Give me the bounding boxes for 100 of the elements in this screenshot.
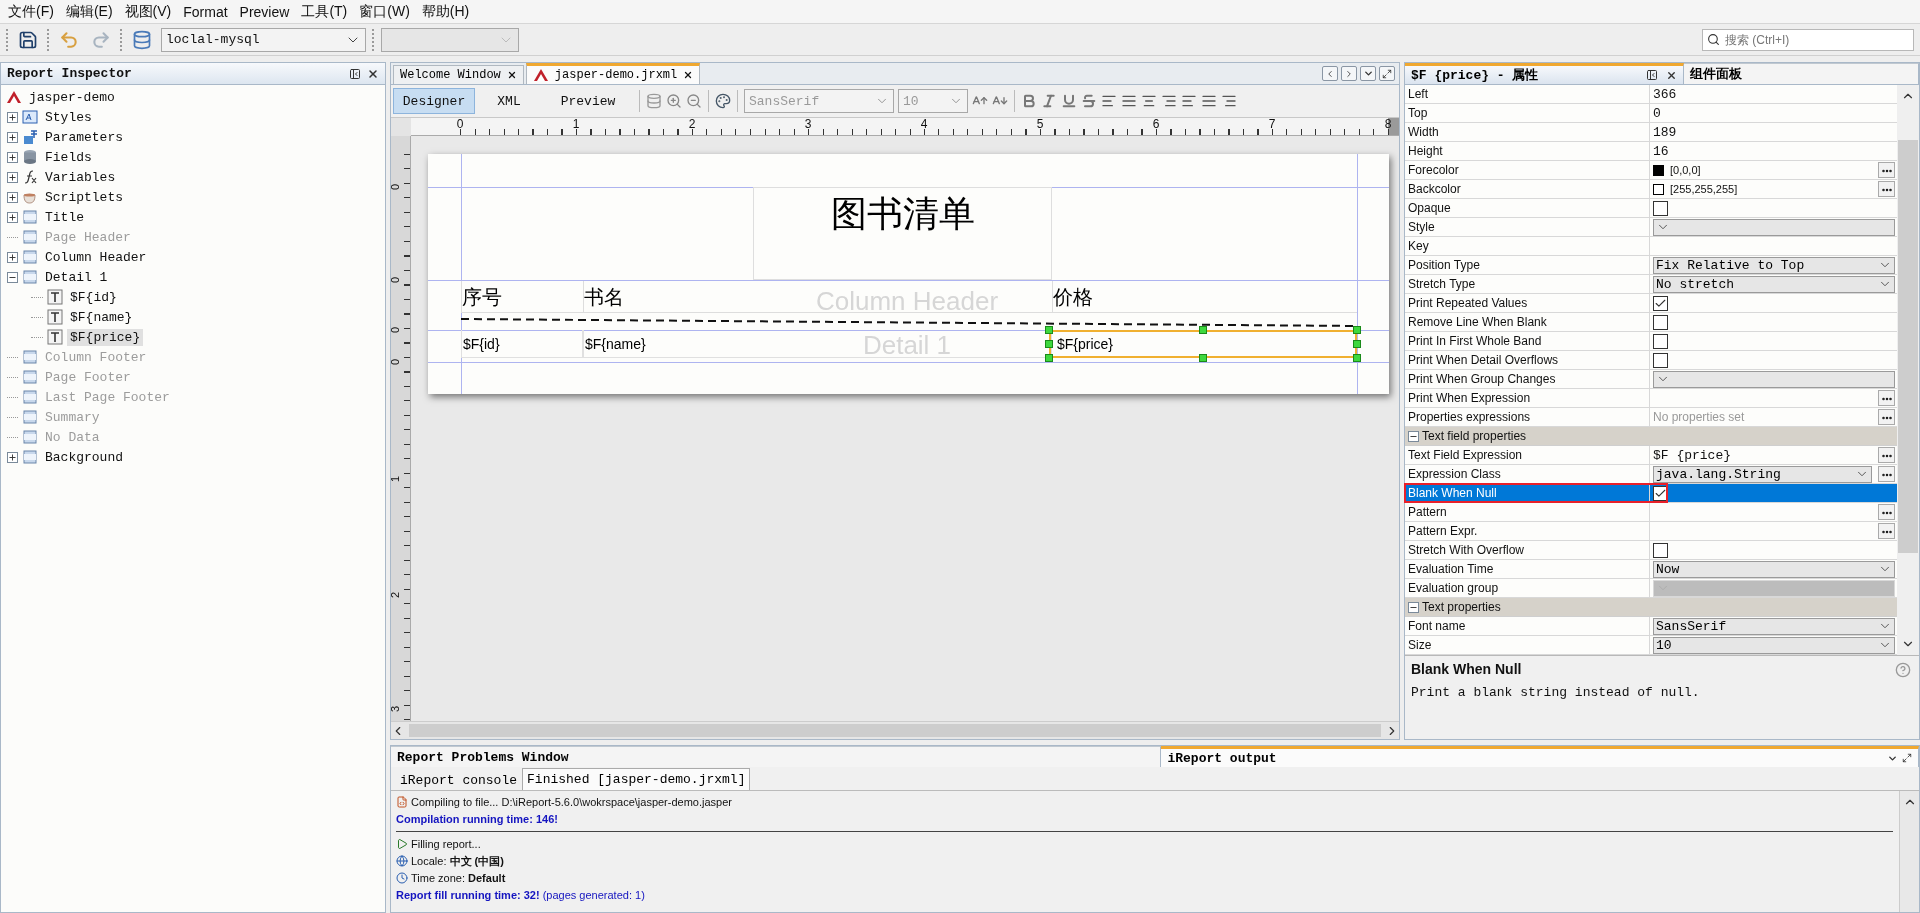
property-row[interactable]: Stretch With Overflow bbox=[1405, 541, 1897, 560]
close-icon[interactable] bbox=[367, 67, 379, 80]
tree-item[interactable]: $F{name} bbox=[67, 308, 136, 326]
property-row[interactable]: Pattern Expr. bbox=[1405, 522, 1897, 541]
property-row[interactable]: Opaque bbox=[1405, 199, 1897, 218]
text-field-frame[interactable]: $F{price} bbox=[1049, 330, 1357, 358]
menu-item[interactable]: 工具(T) bbox=[295, 1, 354, 22]
view-tab[interactable]: Designer bbox=[393, 88, 475, 114]
checkbox[interactable] bbox=[1653, 295, 1668, 311]
align-left-icon[interactable] bbox=[1101, 93, 1117, 109]
checkbox[interactable] bbox=[1653, 314, 1668, 330]
document-tab[interactable]: Welcome Window bbox=[393, 65, 524, 84]
property-row[interactable]: Evaluation Time Now bbox=[1405, 560, 1897, 579]
tree-item[interactable]: Column Header bbox=[42, 248, 150, 266]
property-row[interactable]: Style bbox=[1405, 218, 1897, 237]
view-tab[interactable]: XML bbox=[479, 88, 539, 114]
menu-item[interactable]: Format bbox=[177, 2, 234, 21]
ellipsis-button[interactable] bbox=[1878, 162, 1895, 178]
expander-icon[interactable] bbox=[7, 251, 18, 263]
console-tab[interactable]: Finished [jasper-demo.jrxml] bbox=[522, 768, 751, 790]
property-row[interactable]: Print When Group Changes bbox=[1405, 370, 1897, 389]
ellipsis-button[interactable] bbox=[1878, 447, 1895, 463]
expander-icon[interactable] bbox=[7, 151, 18, 163]
property-row[interactable]: Print When Expression bbox=[1405, 389, 1897, 408]
zoom-out-icon[interactable] bbox=[686, 93, 702, 109]
property-row[interactable]: Font name SansSerif bbox=[1405, 617, 1897, 636]
checkbox[interactable] bbox=[1653, 200, 1668, 216]
tree-item[interactable]: Parameters bbox=[42, 128, 126, 146]
scroll-left-button[interactable] bbox=[1322, 66, 1338, 81]
italic-icon[interactable] bbox=[1041, 93, 1057, 109]
expander-icon[interactable] bbox=[7, 211, 18, 223]
property-row[interactable]: Stretch Type No stretch bbox=[1405, 275, 1897, 294]
ellipsis-button[interactable] bbox=[1878, 523, 1895, 539]
property-select[interactable]: Fix Relative to Top bbox=[1653, 256, 1895, 274]
property-row[interactable]: Pattern bbox=[1405, 503, 1897, 522]
maximize-icon[interactable] bbox=[1902, 752, 1912, 763]
property-row[interactable]: Top 0 bbox=[1405, 104, 1897, 123]
property-select[interactable]: No stretch bbox=[1653, 275, 1895, 293]
property-row[interactable]: Backcolor [255,255,255] bbox=[1405, 180, 1897, 199]
close-icon[interactable] bbox=[1665, 69, 1677, 81]
section-header[interactable]: Text properties bbox=[1405, 598, 1897, 617]
minimize-icon[interactable] bbox=[349, 67, 361, 80]
property-select[interactable]: Now bbox=[1653, 560, 1895, 578]
bold-icon[interactable] bbox=[1021, 93, 1037, 109]
property-row[interactable]: Size 10 bbox=[1405, 636, 1897, 655]
property-row[interactable]: Forecolor [0,0,0] bbox=[1405, 161, 1897, 180]
ellipsis-button[interactable] bbox=[1878, 466, 1895, 482]
expander-icon[interactable] bbox=[7, 271, 18, 283]
ellipsis-button[interactable] bbox=[1878, 181, 1895, 197]
zoom-in-icon[interactable] bbox=[666, 93, 682, 109]
view-tab[interactable]: Preview bbox=[543, 88, 633, 114]
expander-icon[interactable] bbox=[7, 171, 18, 183]
property-select[interactable]: java.lang.String bbox=[1653, 465, 1872, 483]
property-select[interactable]: SansSerif bbox=[1653, 617, 1895, 635]
property-row[interactable]: Text Field Expression $F {price} bbox=[1405, 446, 1897, 465]
align-justify-icon[interactable] bbox=[1121, 93, 1137, 109]
tree-item[interactable]: Scriptlets bbox=[42, 188, 126, 206]
property-row[interactable]: Position Type Fix Relative to Top bbox=[1405, 256, 1897, 275]
column-header-text[interactable]: 价格 bbox=[1052, 281, 1357, 313]
tree-item[interactable]: $F{price} bbox=[67, 328, 144, 346]
menu-item[interactable]: 文件(F) bbox=[2, 1, 60, 22]
align-bottom-icon[interactable] bbox=[1221, 93, 1237, 109]
maximize-button[interactable] bbox=[1379, 66, 1395, 81]
property-select[interactable]: 10 bbox=[1653, 636, 1895, 654]
expander-icon[interactable] bbox=[7, 191, 18, 203]
tree-item[interactable]: Title bbox=[42, 208, 87, 226]
panel-tab[interactable]: iReport output bbox=[1161, 746, 1919, 767]
palette-icon[interactable] bbox=[715, 93, 731, 109]
expander-icon[interactable] bbox=[7, 111, 18, 123]
align-middle-icon[interactable] bbox=[1201, 93, 1217, 109]
menu-item[interactable]: 窗口(W) bbox=[353, 1, 416, 22]
properties-tab[interactable]: $F {price} - 属性 bbox=[1405, 63, 1684, 84]
menu-item[interactable]: 帮助(H) bbox=[415, 1, 476, 22]
resize-handle[interactable] bbox=[1199, 326, 1207, 334]
checkbox[interactable] bbox=[1653, 352, 1668, 368]
ellipsis-button[interactable] bbox=[1878, 409, 1895, 425]
underline-icon[interactable] bbox=[1061, 93, 1077, 109]
ellipsis-button[interactable] bbox=[1878, 390, 1895, 406]
expander-icon[interactable] bbox=[7, 131, 18, 143]
align-top-icon[interactable] bbox=[1181, 93, 1197, 109]
tree-item[interactable]: Background bbox=[42, 448, 126, 466]
tree-item[interactable]: jasper-demo bbox=[26, 88, 118, 106]
minimize-icon[interactable] bbox=[1645, 69, 1658, 81]
scrollbar-thumb[interactable] bbox=[409, 724, 1381, 737]
ellipsis-button[interactable] bbox=[1878, 504, 1895, 520]
datasource-select[interactable]: loclal-mysql bbox=[161, 27, 366, 52]
resize-handle[interactable] bbox=[1199, 354, 1207, 362]
property-row[interactable]: Height 16 bbox=[1405, 142, 1897, 161]
checkbox[interactable] bbox=[1653, 542, 1668, 558]
close-icon[interactable] bbox=[506, 70, 517, 80]
property-row[interactable]: Print Repeated Values bbox=[1405, 294, 1897, 313]
expander-icon[interactable] bbox=[1408, 430, 1419, 442]
strikethrough-icon[interactable] bbox=[1081, 93, 1097, 109]
property-row[interactable]: Expression Class java.lang.String bbox=[1405, 465, 1897, 484]
console-tab[interactable]: iReport console bbox=[395, 770, 523, 790]
align-right-icon[interactable] bbox=[1161, 93, 1177, 109]
property-row[interactable]: Left 366 bbox=[1405, 85, 1897, 104]
property-row[interactable]: Properties expressions No properties set bbox=[1405, 408, 1897, 427]
menu-item[interactable]: 编辑(E) bbox=[59, 1, 119, 22]
property-row[interactable]: Width 189 bbox=[1405, 123, 1897, 142]
